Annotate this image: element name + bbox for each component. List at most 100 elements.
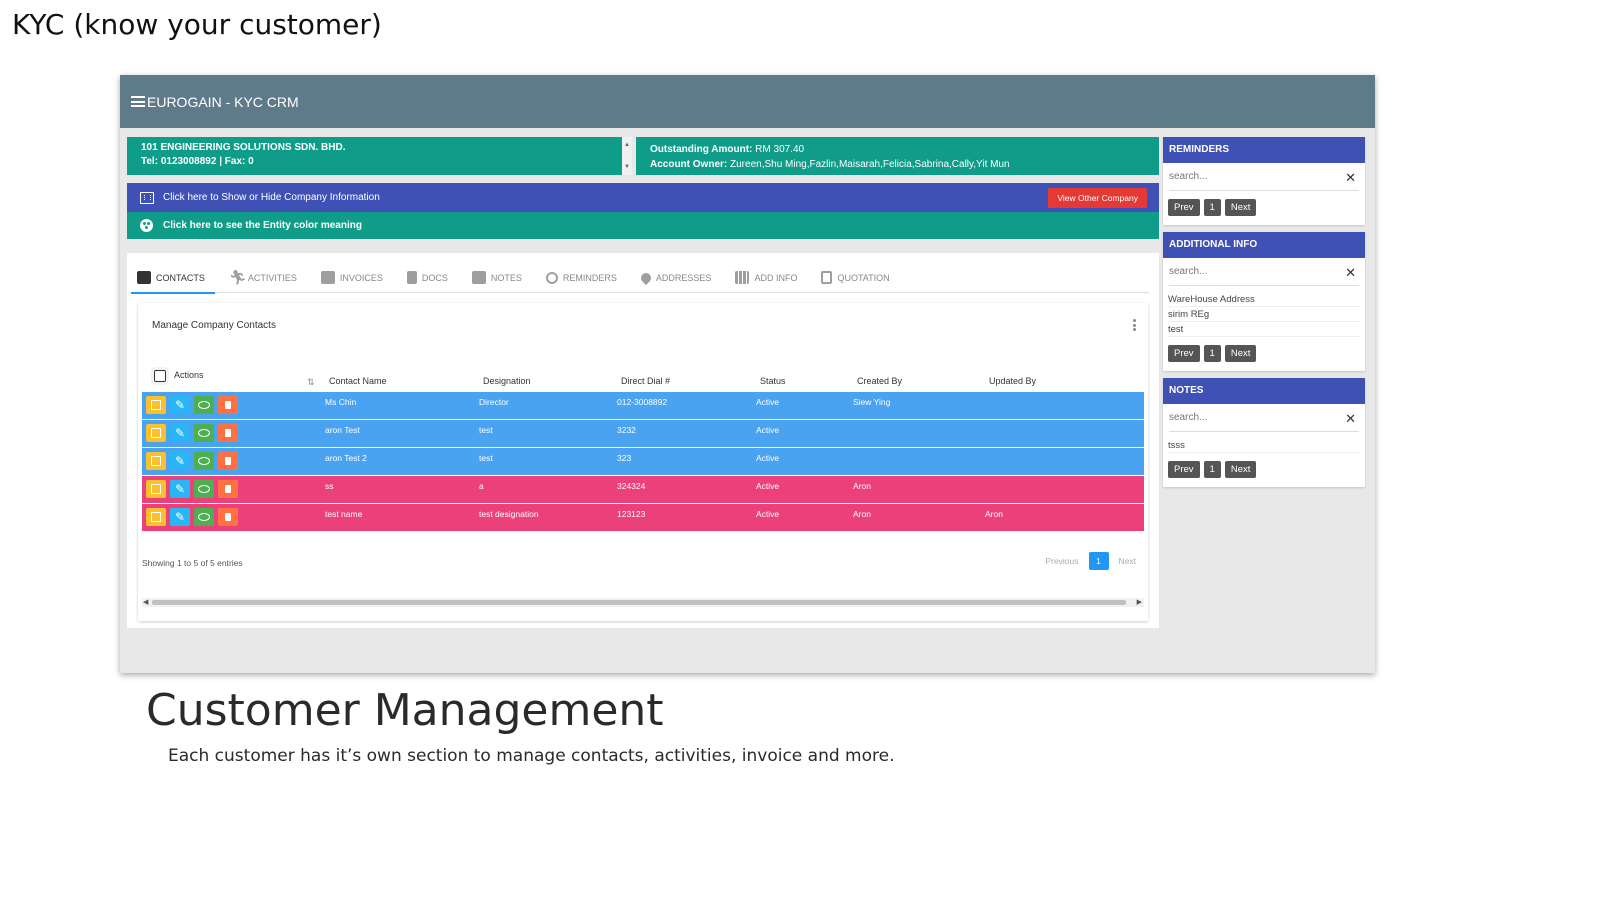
tab-addresses[interactable]: ADDRESSES — [638, 263, 711, 293]
select-row-button[interactable] — [146, 480, 166, 498]
delete-trash-icon[interactable] — [218, 396, 238, 414]
delete-trash-icon[interactable] — [218, 480, 238, 498]
delete-trash-icon[interactable] — [218, 452, 238, 470]
crm-screenshot: EUROGAIN - KYC CRM 101 ENGINEERING SOLUT… — [120, 75, 1375, 673]
location-pin-icon — [638, 270, 653, 285]
company-scrollbar[interactable]: ▲ ▼ — [622, 137, 632, 175]
column-created-by[interactable]: Created By — [857, 376, 902, 386]
page-1-button[interactable]: 1 — [1203, 345, 1221, 362]
edit-pencil-icon[interactable]: ✎ — [170, 508, 190, 526]
select-all-checkbox[interactable] — [154, 370, 166, 382]
next-button[interactable]: Next — [1224, 345, 1257, 362]
column-status[interactable]: Status — [760, 376, 786, 386]
company-header: 101 ENGINEERING SOLUTIONS SDN. BHD. Tel:… — [127, 137, 1159, 175]
tab-label: ADD INFO — [754, 272, 798, 283]
tab-quotation[interactable]: QUOTATION — [821, 263, 890, 293]
edit-pencil-icon[interactable]: ✎ — [170, 396, 190, 414]
cell-contact-name: Ms Chin — [325, 397, 357, 407]
additional-info-search-input[interactable] — [1169, 258, 1339, 277]
prev-button[interactable]: Prev — [1168, 199, 1200, 216]
table-row[interactable]: ✎ ss a 324324 Active Aron — [142, 476, 1144, 503]
delete-trash-icon[interactable] — [218, 424, 238, 442]
tab-label: DOCS — [421, 272, 448, 283]
view-other-company-button[interactable]: View Other Company — [1048, 188, 1147, 208]
page-1-button[interactable]: 1 — [1088, 552, 1109, 570]
next-button[interactable]: Next — [1224, 199, 1257, 216]
edit-pencil-icon[interactable]: ✎ — [170, 480, 190, 498]
alarm-clock-icon — [545, 271, 558, 284]
scroll-down-icon[interactable]: ▼ — [624, 160, 630, 174]
additional-info-widget: ADDITIONAL INFO ✕ WareHouse Address siri… — [1163, 232, 1365, 371]
table-row[interactable]: ✎ Ms Chin Director 012-3008892 Active Si… — [142, 392, 1144, 419]
edit-pencil-icon[interactable]: ✎ — [170, 452, 190, 470]
scroll-up-icon[interactable]: ▲ — [624, 138, 630, 152]
cell-direct-dial: 323 — [617, 453, 632, 463]
scrollbar-thumb[interactable] — [152, 600, 1126, 605]
cell-designation: a — [479, 481, 484, 491]
panel-title: Manage Company Contacts — [152, 320, 276, 331]
view-eye-icon[interactable] — [194, 508, 214, 526]
list-item[interactable]: test — [1168, 322, 1360, 337]
cell-created-by: Aron — [853, 481, 871, 491]
owner-value: Zureen,Shu Ming,Fazlin,Maisarah,Felicia,… — [730, 159, 1010, 170]
list-item[interactable]: WareHouse Address — [1168, 292, 1360, 307]
select-row-button[interactable] — [146, 508, 166, 526]
clear-search-icon[interactable]: ✕ — [1345, 265, 1356, 281]
list-item[interactable]: tsss — [1168, 438, 1360, 453]
hamburger-menu-icon[interactable] — [131, 96, 145, 107]
entity-color-meaning-toggle[interactable]: Click here to see the Entity color meani… — [127, 212, 1159, 239]
cell-contact-name: ss — [325, 481, 334, 491]
view-eye-icon[interactable] — [194, 452, 214, 470]
tab-label: ACTIVITIES — [247, 272, 297, 283]
table-row[interactable]: ✎ aron Test test 3232 Active — [142, 420, 1144, 447]
notes-search-input[interactable] — [1169, 404, 1339, 423]
cell-contact-name: test name — [325, 509, 363, 519]
select-row-button[interactable] — [146, 396, 166, 414]
table-row[interactable]: ✎ aron Test 2 test 323 Active — [142, 448, 1144, 475]
row-actions: ✎ — [146, 424, 242, 442]
tab-activities[interactable]: 🏃︎ ACTIVITIES — [229, 263, 297, 293]
horizontal-scrollbar[interactable]: ◀ ▶ — [142, 598, 1144, 607]
notes-search: ✕ — [1169, 404, 1359, 432]
notes-list: tsss — [1168, 438, 1360, 453]
tab-invoices[interactable]: INVOICES — [320, 263, 383, 293]
view-eye-icon[interactable] — [194, 424, 214, 442]
column-direct-dial[interactable]: Direct Dial # — [621, 376, 670, 386]
column-designation[interactable]: Designation — [483, 376, 531, 386]
select-row-button[interactable] — [146, 452, 166, 470]
edit-pencil-icon[interactable]: ✎ — [170, 424, 190, 442]
delete-trash-icon[interactable] — [218, 508, 238, 526]
sort-icon[interactable]: ⇅ — [307, 377, 315, 388]
tab-contacts[interactable]: CONTACTS — [131, 263, 215, 294]
cell-contact-name: aron Test — [325, 425, 360, 435]
running-person-icon: 🏃︎ — [228, 269, 247, 285]
scroll-left-icon[interactable]: ◀ — [143, 598, 148, 606]
company-info-toggle[interactable]: Click here to Show or Hide Company Infor… — [127, 183, 1159, 212]
prev-button[interactable]: Prev — [1168, 345, 1200, 362]
tab-reminders[interactable]: REMINDERS — [545, 263, 617, 293]
tab-notes[interactable]: NOTES — [471, 263, 522, 293]
tab-add-info[interactable]: ADD INFO — [735, 263, 797, 293]
tab-docs[interactable]: DOCS — [406, 263, 448, 293]
clear-search-icon[interactable]: ✕ — [1345, 411, 1356, 427]
column-updated-by[interactable]: Updated By — [989, 376, 1036, 386]
next-page-button[interactable]: Next — [1119, 556, 1136, 566]
app-topbar: EUROGAIN - KYC CRM — [120, 75, 1375, 128]
list-item[interactable]: sirim REg — [1168, 307, 1360, 322]
view-eye-icon[interactable] — [194, 396, 214, 414]
additional-info-list: WareHouse Address sirim REg test — [1168, 292, 1360, 337]
cell-direct-dial: 324324 — [617, 481, 646, 491]
next-button[interactable]: Next — [1224, 461, 1257, 478]
table-row[interactable]: ✎ test name test designation 123123 Acti… — [142, 504, 1144, 531]
prev-button[interactable]: Prev — [1168, 461, 1200, 478]
page-1-button[interactable]: 1 — [1203, 461, 1221, 478]
select-row-button[interactable] — [146, 424, 166, 442]
view-eye-icon[interactable] — [194, 480, 214, 498]
clear-search-icon[interactable]: ✕ — [1345, 170, 1356, 186]
previous-page-button[interactable]: Previous — [1045, 556, 1078, 566]
reminders-search-input[interactable] — [1169, 163, 1339, 182]
more-options-icon[interactable] — [1133, 319, 1136, 331]
page-1-button[interactable]: 1 — [1203, 199, 1221, 216]
scroll-right-icon[interactable]: ▶ — [1137, 598, 1142, 606]
column-contact-name[interactable]: Contact Name — [329, 376, 387, 386]
